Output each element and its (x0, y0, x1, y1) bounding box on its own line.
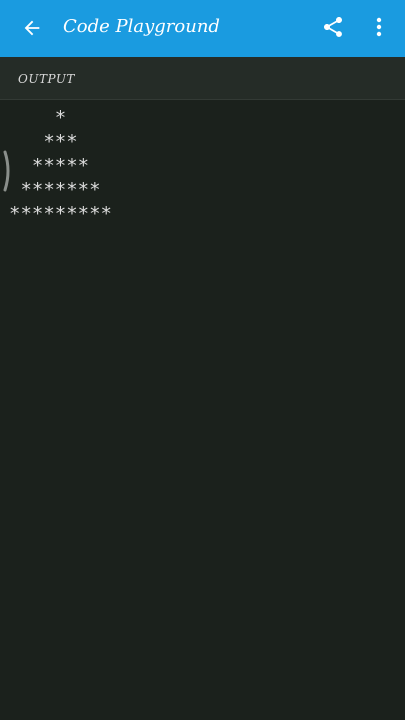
more-vert-icon (376, 17, 382, 37)
output-line: ********* (9, 203, 112, 225)
app-title: Code Playground (63, 16, 220, 37)
share-icon (324, 17, 342, 37)
output-text: * *** ***** ******* ********* (9, 106, 112, 226)
output-label: OUTPUT (18, 72, 75, 86)
app-bar: Code Playground (0, 0, 405, 57)
output-header: OUTPUT (0, 57, 405, 100)
share-button[interactable] (316, 10, 350, 44)
output-line: ******* (9, 179, 101, 201)
output-line: *** (9, 131, 78, 153)
more-options-button[interactable] (367, 10, 391, 44)
back-button[interactable] (14, 10, 50, 46)
output-line: ***** (9, 155, 90, 177)
output-line: * (9, 107, 67, 129)
arrow-left-icon (24, 20, 40, 36)
